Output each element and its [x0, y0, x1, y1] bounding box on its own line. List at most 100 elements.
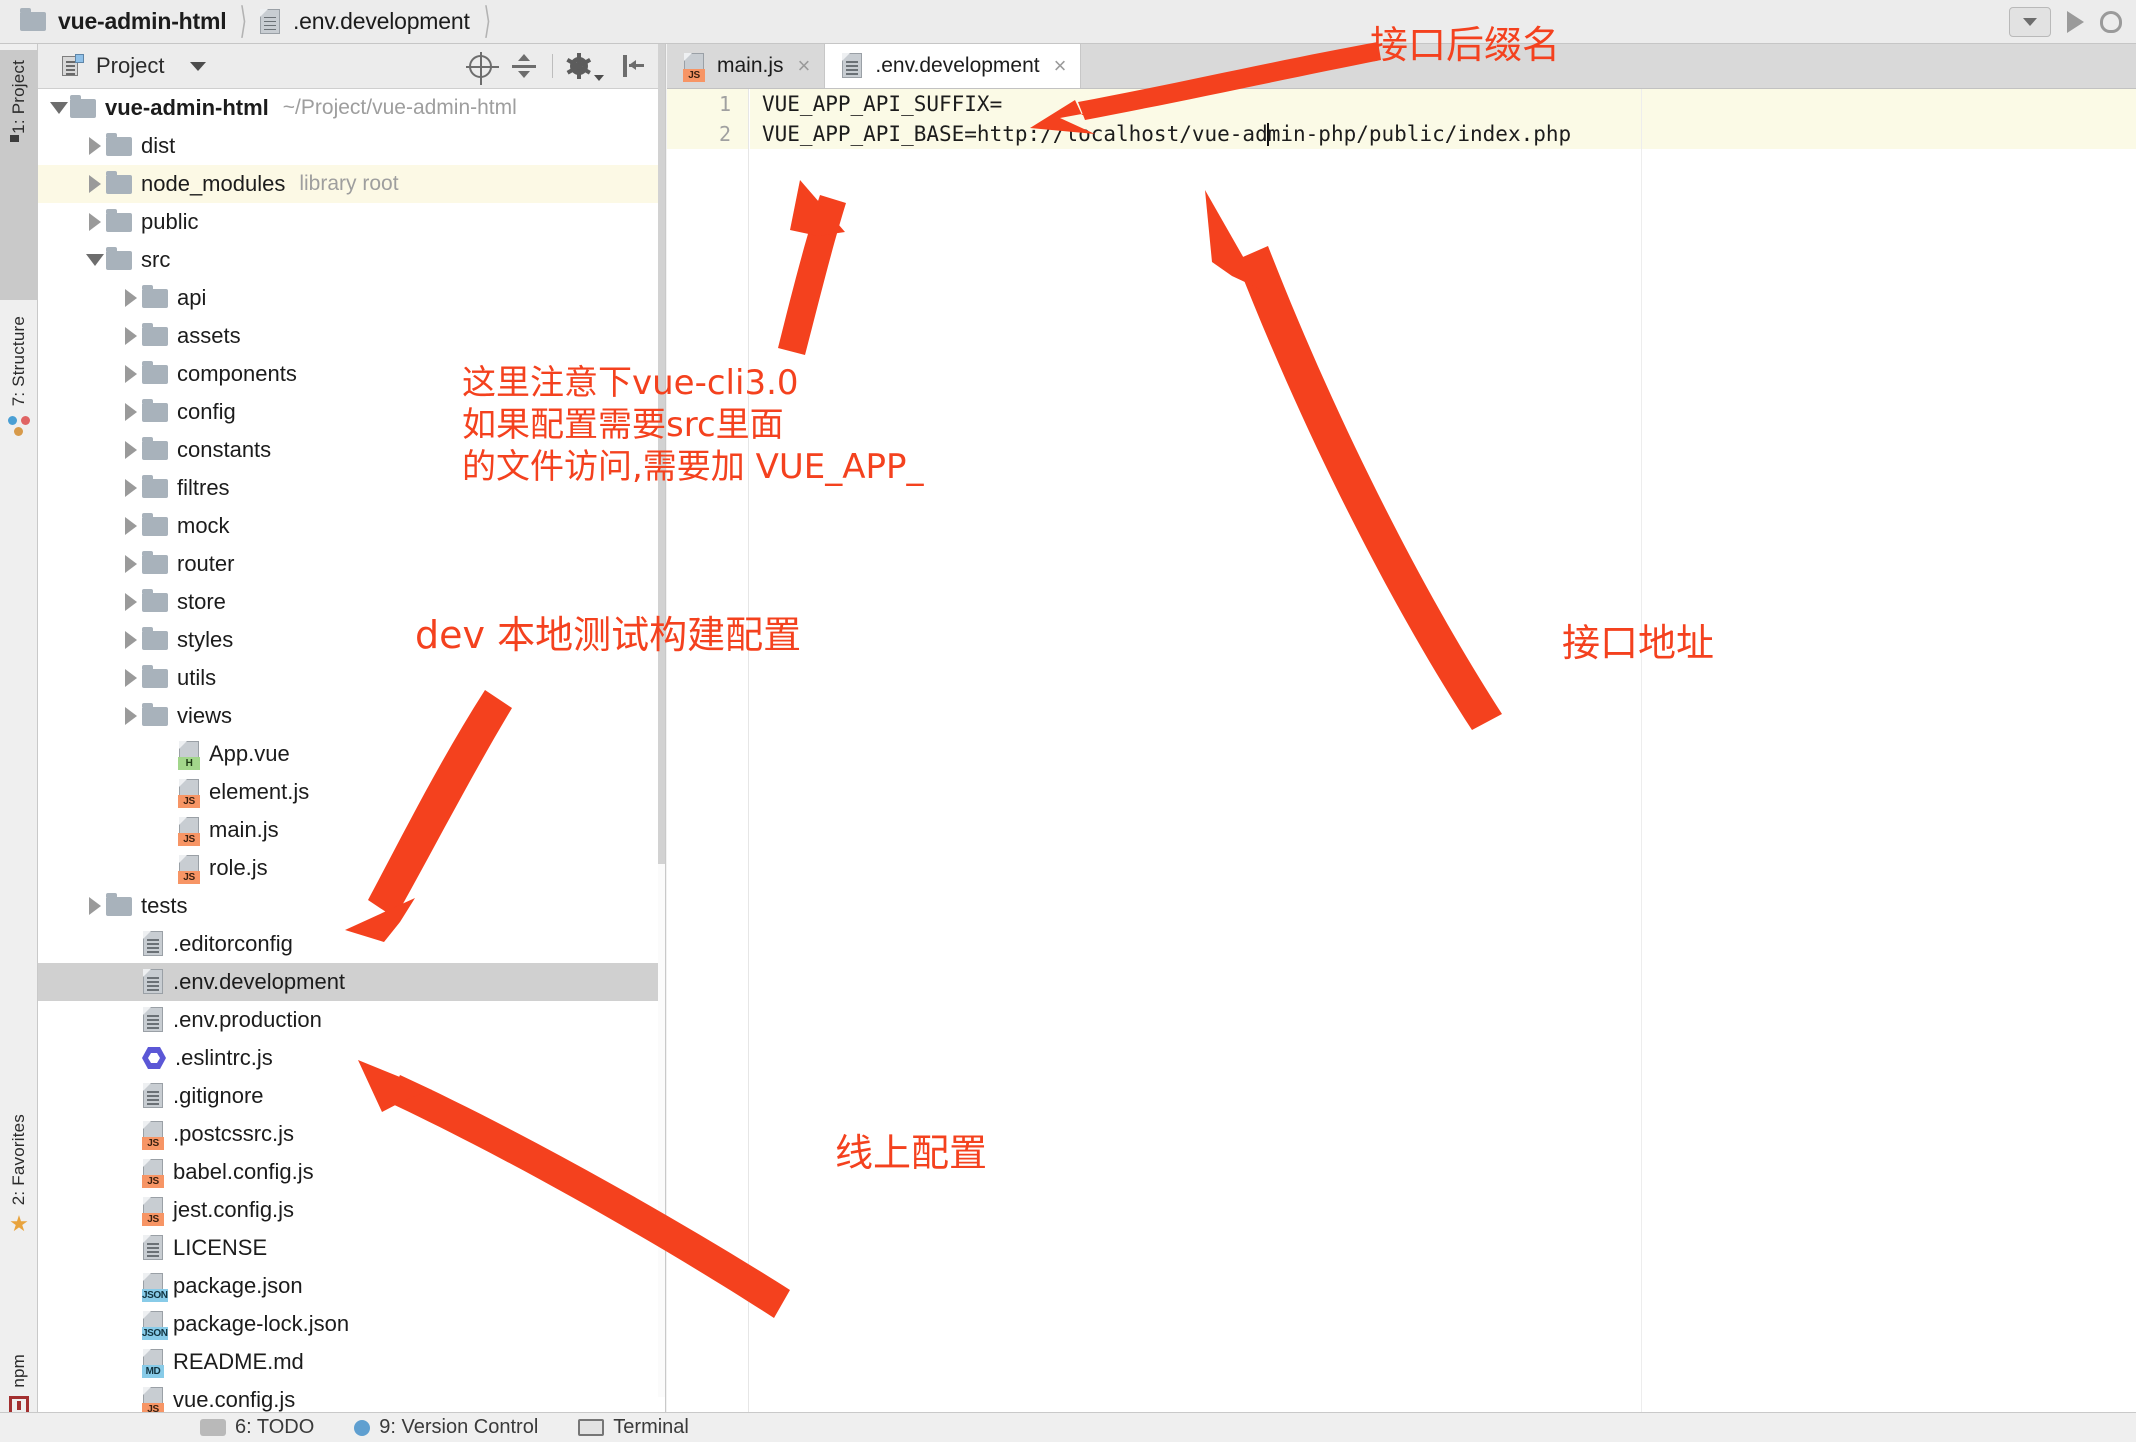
tree-row[interactable]: assets: [38, 317, 665, 355]
sidebar-item-structure[interactable]: 7: Structure: [0, 306, 38, 554]
close-icon[interactable]: ×: [798, 53, 811, 79]
folder-icon: [142, 365, 168, 384]
chevron-right-icon[interactable]: [120, 697, 142, 735]
chevron-right-icon[interactable]: [84, 203, 106, 241]
breadcrumb-item-project[interactable]: vue-admin-html ⟩: [20, 0, 259, 44]
tree-row-label: package.json: [173, 1273, 303, 1299]
code-line[interactable]: VUE_APP_API_BASE=http://localhost/vue-ad…: [750, 119, 2136, 149]
chevron-right-icon[interactable]: [120, 355, 142, 393]
chevron-right-icon[interactable]: [120, 583, 142, 621]
tree-spacer: [120, 925, 142, 963]
chevron-right-icon[interactable]: [84, 887, 106, 925]
code-line[interactable]: VUE_APP_API_SUFFIX=: [750, 89, 2136, 119]
tree-row[interactable]: JS.postcssrc.js: [38, 1115, 665, 1153]
tree-row[interactable]: utils: [38, 659, 665, 697]
chevron-right-icon[interactable]: [120, 279, 142, 317]
status-item-label: 9: Version Control: [379, 1416, 538, 1439]
project-tree[interactable]: vue-admin-html~/Project/vue-admin-htmldi…: [38, 89, 665, 1442]
annotation-online-config: 线上配置: [835, 1130, 987, 1177]
tree-row[interactable]: JSelement.js: [38, 773, 665, 811]
debug-icon[interactable]: [2100, 11, 2122, 33]
tree-row[interactable]: .eslintrc.js: [38, 1039, 665, 1077]
tree-row[interactable]: src: [38, 241, 665, 279]
status-item-todo[interactable]: 6: TODO: [200, 1416, 314, 1439]
breadcrumb-item-file[interactable]: .env.development ⟩: [259, 0, 502, 44]
tree-row[interactable]: .gitignore: [38, 1077, 665, 1115]
status-item-version-control[interactable]: 9: Version Control: [354, 1416, 538, 1439]
tree-row-label: main.js: [209, 817, 279, 843]
tree-row-label: views: [177, 703, 232, 729]
tree-row[interactable]: MDREADME.md: [38, 1343, 665, 1381]
tree-row[interactable]: JSONpackage-lock.json: [38, 1305, 665, 1343]
chevron-right-icon[interactable]: [84, 165, 106, 203]
project-tree-scrollbar[interactable]: [658, 44, 665, 1397]
breadcrumb-separator-icon: ⟩: [483, 1, 490, 43]
folder-icon: [142, 403, 168, 422]
tree-row[interactable]: tests: [38, 887, 665, 925]
sidebar-item-favorites[interactable]: 2: Favorites ★: [0, 1104, 38, 1334]
tree-row-label: .gitignore: [173, 1083, 264, 1109]
sidebar-item-label: 1: Project: [9, 60, 29, 134]
code-lines[interactable]: VUE_APP_API_SUFFIX=VUE_APP_API_BASE=http…: [750, 89, 2136, 149]
chevron-right-icon[interactable]: [120, 507, 142, 545]
folder-icon: [142, 593, 168, 612]
sidebar-item-label: 2: Favorites: [9, 1114, 29, 1205]
run-configuration-dropdown[interactable]: [2009, 7, 2051, 37]
tree-row[interactable]: JSjest.config.js: [38, 1191, 665, 1229]
chevron-right-icon[interactable]: [120, 469, 142, 507]
tree-row-label: node_modules: [141, 171, 285, 197]
tree-row[interactable]: JSrole.js: [38, 849, 665, 887]
tree-spacer: [120, 1153, 142, 1191]
tree-row[interactable]: router: [38, 545, 665, 583]
hide-panel-button[interactable]: [611, 44, 655, 89]
chevron-right-icon[interactable]: [120, 393, 142, 431]
tree-row[interactable]: .env.production: [38, 1001, 665, 1039]
code-line-text: VUE_APP_API_BASE=http://localhost/vue-ad: [762, 122, 1268, 146]
chevron-right-icon[interactable]: [120, 621, 142, 659]
chevron-right-icon[interactable]: [120, 317, 142, 355]
tree-row[interactable]: JSmain.js: [38, 811, 665, 849]
tree-row[interactable]: views: [38, 697, 665, 735]
tree-row[interactable]: LICENSE: [38, 1229, 665, 1267]
tree-row[interactable]: api: [38, 279, 665, 317]
editor-tab-bar-filler: [1081, 44, 2136, 88]
annotation-api-address: 接口地址: [1562, 620, 1714, 667]
locate-file-button[interactable]: [458, 44, 502, 89]
tree-row[interactable]: public: [38, 203, 665, 241]
tree-row-label: README.md: [173, 1349, 304, 1375]
tree-row[interactable]: vue-admin-html~/Project/vue-admin-html: [38, 89, 665, 127]
chevron-down-icon[interactable]: [48, 89, 70, 127]
settings-button[interactable]: [559, 44, 611, 89]
tree-row[interactable]: dist: [38, 127, 665, 165]
tree-row[interactable]: HApp.vue: [38, 735, 665, 773]
collapse-all-button[interactable]: [502, 44, 546, 89]
sidebar-item-project[interactable]: 1: Project: [0, 50, 38, 300]
chevron-down-icon[interactable]: [190, 62, 206, 71]
folder-icon: [142, 289, 168, 308]
run-toolbar: [2009, 7, 2136, 37]
tree-row[interactable]: mock: [38, 507, 665, 545]
editor-tab[interactable]: JSmain.js×: [667, 44, 825, 88]
line-number: 2: [667, 119, 748, 149]
close-icon[interactable]: ×: [1054, 53, 1067, 79]
chevron-right-icon[interactable]: [120, 659, 142, 697]
run-icon[interactable]: [2067, 11, 2084, 33]
project-panel-title: Project: [96, 53, 164, 79]
tree-row-label: utils: [177, 665, 216, 691]
chevron-down-icon[interactable]: [84, 241, 106, 279]
status-item-terminal[interactable]: Terminal: [578, 1416, 689, 1439]
tree-row[interactable]: JSONpackage.json: [38, 1267, 665, 1305]
tree-row-label: .env.production: [173, 1007, 322, 1033]
code-editor[interactable]: 12 VUE_APP_API_SUFFIX=VUE_APP_API_BASE=h…: [667, 89, 2136, 1442]
tree-row[interactable]: .env.development: [38, 963, 665, 1001]
chevron-right-icon[interactable]: [120, 431, 142, 469]
tree-row[interactable]: JSbabel.config.js: [38, 1153, 665, 1191]
chevron-right-icon[interactable]: [84, 127, 106, 165]
tree-row[interactable]: node_moduleslibrary root: [38, 165, 665, 203]
tree-row[interactable]: .editorconfig: [38, 925, 665, 963]
folder-icon: [106, 137, 132, 156]
folder-icon: [142, 669, 168, 688]
tree-row-label: mock: [177, 513, 230, 539]
chevron-right-icon[interactable]: [120, 545, 142, 583]
editor-tab[interactable]: .env.development×: [825, 44, 1081, 88]
